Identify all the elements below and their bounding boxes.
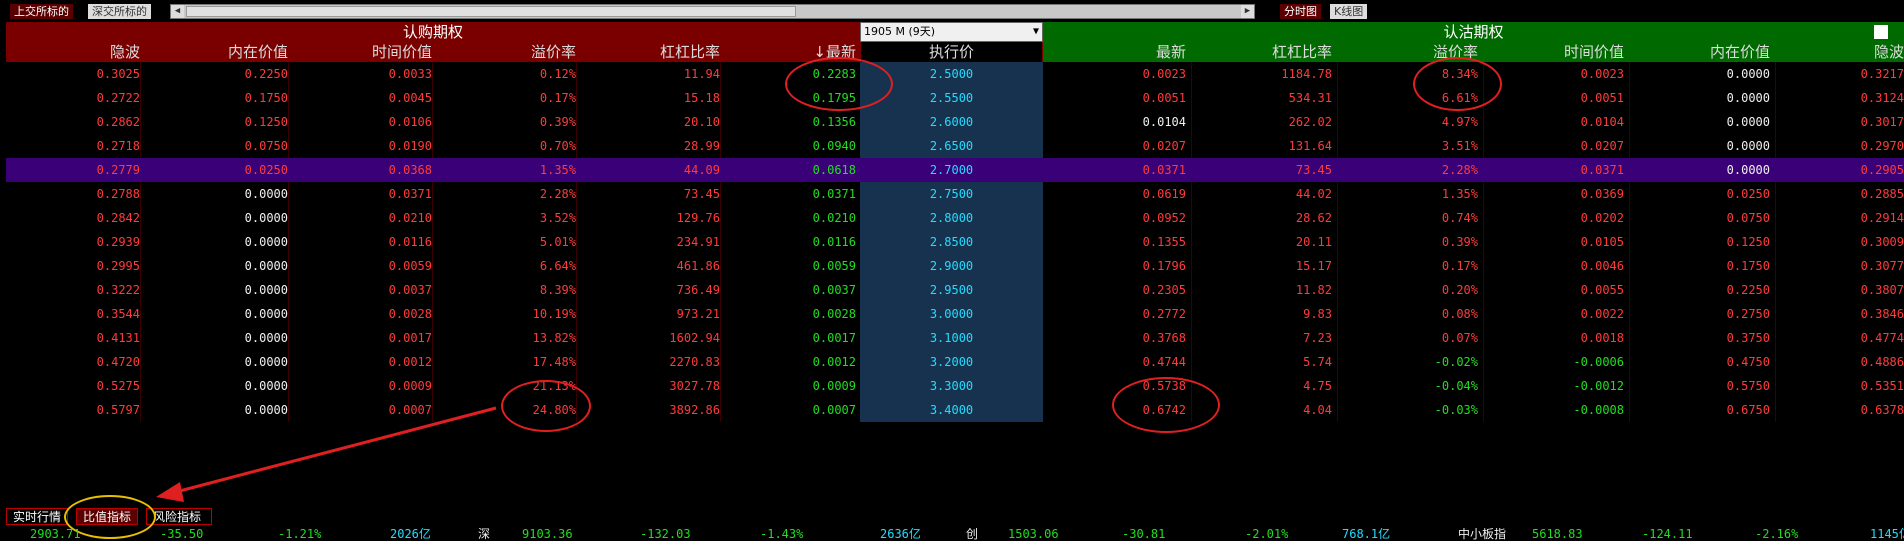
status-item: -2.16% <box>1755 528 1799 541</box>
status-item: -132.03 <box>640 528 691 541</box>
status-item: -124.11 <box>1642 528 1693 541</box>
status-item: -1.21% <box>278 528 322 541</box>
status-item: 1145亿 <box>1870 528 1904 541</box>
status-item: 768.1亿 <box>1342 528 1391 541</box>
status-item: 深 <box>478 528 491 541</box>
status-item: 2903.71 <box>30 528 81 541</box>
status-item: 创 <box>966 528 979 541</box>
status-item: 1503.06 <box>1008 528 1059 541</box>
market-status-bar: 2903.71 -35.50 -1.21% 2026亿 深 9103.36 -132.03 -… <box>0 528 1904 541</box>
status-item: 5618.83 <box>1532 528 1583 541</box>
status-item: -1.43% <box>760 528 804 541</box>
status-item: -35.50 <box>160 528 204 541</box>
status-item: 2026亿 <box>390 528 431 541</box>
tab-realtime-quotes[interactable]: 实时行情 <box>6 508 69 525</box>
status-item: 2636亿 <box>880 528 921 541</box>
status-item: 9103.36 <box>522 528 573 541</box>
status-item: -2.01% <box>1245 528 1289 541</box>
status-item: 中小板指 <box>1458 528 1507 541</box>
annotation-arrow <box>156 406 497 502</box>
status-item: -30.81 <box>1122 528 1166 541</box>
